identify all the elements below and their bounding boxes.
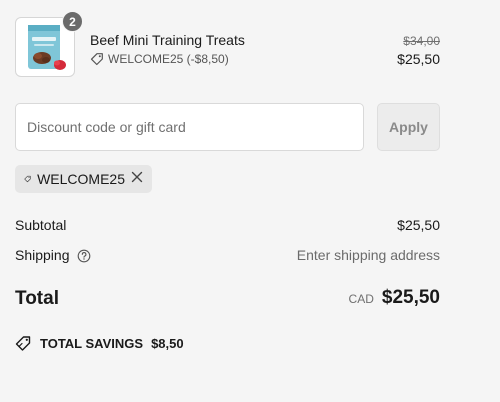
subtotal-value: $25,50 xyxy=(397,217,440,233)
product-discount: WELCOME25 (-$8,50) xyxy=(90,52,229,66)
applied-discount-chip: WELCOME25 xyxy=(15,165,152,193)
shipping-row: Shipping xyxy=(15,247,91,263)
close-icon[interactable] xyxy=(131,171,143,183)
shipping-value: Enter shipping address xyxy=(296,247,440,263)
savings-tag-icon xyxy=(15,336,31,351)
quantity-badge: 2 xyxy=(62,11,83,32)
subtotal-label: Subtotal xyxy=(15,217,67,233)
shipping-label: Shipping xyxy=(15,247,70,263)
product-discount-label: WELCOME25 (-$8,50) xyxy=(108,52,229,66)
tag-icon xyxy=(24,175,31,183)
currency-code: CAD xyxy=(348,292,374,306)
total-label: Total xyxy=(15,288,59,309)
discount-code-input[interactable] xyxy=(15,103,364,151)
product-original-price: $34,00 xyxy=(403,34,440,48)
apply-button[interactable]: Apply xyxy=(377,103,440,151)
applied-discount-code: WELCOME25 xyxy=(37,171,125,187)
help-icon[interactable] xyxy=(77,249,91,263)
total-amount: CAD $25,50 xyxy=(349,287,440,309)
product-price: $25,50 xyxy=(397,51,440,67)
product-name: Beef Mini Training Treats xyxy=(90,32,245,48)
savings-value: $8,50 xyxy=(151,336,184,351)
total-savings: TOTAL SAVINGS $8,50 xyxy=(15,335,184,352)
remove-discount-button[interactable] xyxy=(131,171,143,187)
total-value: $25,50 xyxy=(381,287,440,308)
savings-label: TOTAL SAVINGS xyxy=(40,336,144,351)
tag-icon xyxy=(90,53,103,66)
